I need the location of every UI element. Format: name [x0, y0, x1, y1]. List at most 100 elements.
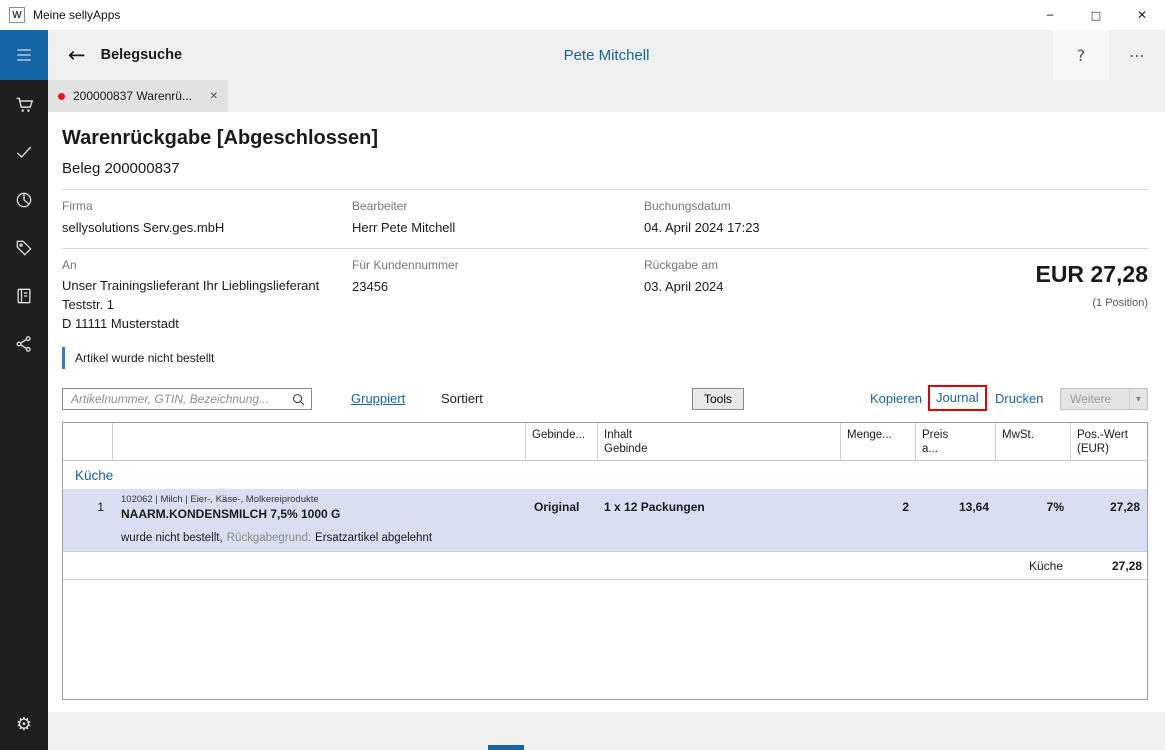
close-button[interactable]: ✕: [1119, 0, 1165, 30]
drucken-link[interactable]: Drucken: [995, 391, 1043, 406]
fields-row-1: Firma sellysolutions Serv.ges.mbH Bearbe…: [62, 190, 1148, 248]
sidebar-item-settings[interactable]: ⚙: [0, 700, 48, 748]
settings-gear-icon: ⚙: [16, 714, 32, 735]
field-bearbeiter: Bearbeiter Herr Pete Mitchell: [352, 199, 644, 248]
article-search: [62, 388, 312, 410]
share-network-icon: [14, 334, 34, 354]
warning-note: Artikel wurde nicht bestellt: [62, 346, 1148, 370]
positions-table: Gebinde... InhaltGebinde Menge... Preisa…: [62, 422, 1148, 700]
tab-bar: 200000837 Warenrü... ✕: [48, 80, 1165, 112]
price-tag-icon: [14, 238, 34, 258]
field-label: Bearbeiter: [352, 199, 644, 213]
sidebar-item-statistics[interactable]: [0, 176, 48, 224]
cell-position: 1: [63, 500, 113, 514]
journal-highlight-annotation: Journal: [928, 385, 987, 411]
header-cell-preis[interactable]: Preisa...: [916, 423, 996, 460]
group-summary-row: Küche 27,28: [63, 552, 1147, 579]
row-note-text: wurde nicht bestellt,: [121, 532, 223, 544]
field-label: Für Kundennummer: [352, 258, 644, 272]
document-view: Warenrückgabe [Abgeschlossen] Beleg 2000…: [48, 112, 1165, 712]
cell-gebinde: Original: [526, 500, 598, 514]
field-label: Buchungsdatum: [644, 199, 1148, 213]
hamburger-icon: [14, 45, 34, 65]
field-label: An: [62, 258, 352, 272]
note-accent-bar: [62, 347, 65, 369]
kopieren-link[interactable]: Kopieren: [870, 391, 922, 406]
chevron-down-icon: ▾: [1129, 389, 1147, 409]
weitere-dropdown[interactable]: Weitere ▾: [1060, 388, 1148, 410]
sidebar-item-catalog[interactable]: [0, 272, 48, 320]
group-row-kueche[interactable]: Küche: [63, 461, 1147, 489]
weitere-label: Weitere: [1070, 392, 1111, 406]
maximize-button[interactable]: □: [1073, 0, 1119, 30]
more-options-button[interactable]: ⋯: [1109, 30, 1165, 80]
cell-mwst: 7%: [996, 500, 1071, 514]
field-firma: Firma sellysolutions Serv.ges.mbH: [62, 199, 352, 248]
document-title: Warenrückgabe [Abgeschlossen]: [62, 127, 1148, 150]
shopping-cart-icon: [14, 94, 35, 115]
total-amount: EUR 27,28: [1035, 261, 1148, 288]
app-header: Pete Mitchell ← Belegsuche ? ⋯: [48, 30, 1165, 80]
unsaved-indicator-icon: [58, 93, 65, 100]
sortiert-link[interactable]: Sortiert: [441, 391, 483, 406]
header-cell-mwst[interactable]: MwSt.: [996, 423, 1071, 460]
app-logo-icon: W: [9, 7, 25, 23]
address-line: Unser Trainingslieferant Ihr Lieblingsli…: [62, 276, 352, 295]
window-titlebar: W Meine sellyApps ─ □ ✕: [0, 0, 1165, 30]
header-cell-pos[interactable]: [63, 423, 113, 460]
sidebar-item-tasks[interactable]: [0, 128, 48, 176]
minimize-button[interactable]: ─: [1027, 0, 1073, 30]
tab-close-icon[interactable]: ✕: [202, 91, 218, 102]
cell-menge: 2: [841, 500, 916, 514]
sidebar-menu-button[interactable]: [0, 30, 48, 80]
field-value: 04. April 2024 17:23: [644, 220, 1148, 235]
sidebar-item-prices[interactable]: [0, 224, 48, 272]
search-icon[interactable]: [292, 393, 305, 406]
cell-pos-wert: 27,28: [1071, 500, 1147, 514]
field-an: An Unser Trainingslieferant Ihr Liebling…: [62, 258, 352, 339]
document-total: EUR 27,28 (1 Position): [1035, 261, 1148, 309]
warning-text: Artikel wurde nicht bestellt: [75, 351, 214, 365]
field-label: Firma: [62, 199, 352, 213]
field-buchungsdatum: Buchungsdatum 04. April 2024 17:23: [644, 199, 1148, 248]
header-cell-pos-wert[interactable]: Pos.-Wert(EUR): [1071, 423, 1147, 460]
help-button[interactable]: ?: [1053, 30, 1109, 80]
user-name[interactable]: Pete Mitchell: [48, 47, 1165, 64]
journal-link[interactable]: Journal: [936, 390, 979, 405]
cell-preis: 13,64: [916, 500, 996, 514]
address-line: Teststr. 1: [62, 295, 352, 314]
sidebar: ⚙: [0, 30, 48, 750]
address-line: D 11111 Musterstadt: [62, 314, 352, 333]
summary-group-total: 27,28: [1071, 559, 1147, 573]
footer-bar: [48, 712, 1165, 750]
table-row[interactable]: 1 102062 | Milch | Eier-, Käse-, Molkere…: [63, 489, 1147, 525]
row-note-label: Rückgabegrund:: [227, 532, 311, 544]
footer-accent-bar: [488, 745, 524, 750]
field-value: Herr Pete Mitchell: [352, 220, 644, 235]
header-actions: ? ⋯: [1053, 30, 1165, 80]
sidebar-item-network[interactable]: [0, 320, 48, 368]
row-note-value: Ersatzartikel abgelehnt: [315, 532, 432, 544]
sidebar-item-cart[interactable]: [0, 80, 48, 128]
table-header-row: Gebinde... InhaltGebinde Menge... Preisa…: [63, 423, 1147, 461]
position-count: (1 Position): [1035, 297, 1148, 309]
tools-button[interactable]: Tools: [692, 388, 744, 410]
cell-inhalt-gebinde: 1 x 12 Packungen: [598, 500, 841, 514]
window-controls: ─ □ ✕: [1027, 0, 1165, 30]
header-cell-gebinde[interactable]: Gebinde...: [526, 423, 598, 460]
gruppiert-link[interactable]: Gruppiert: [351, 391, 405, 406]
summary-group-label: Küche: [996, 559, 1071, 573]
window-title: Meine sellyApps: [33, 8, 120, 22]
header-cell-article[interactable]: [113, 423, 526, 460]
header-cell-inhalt-gebinde[interactable]: InhaltGebinde: [598, 423, 841, 460]
document-tab[interactable]: 200000837 Warenrü... ✕: [48, 80, 228, 112]
field-kundennummer: Für Kundennummer 23456: [352, 258, 644, 339]
article-category: 102062 | Milch | Eier-, Käse-, Molkereip…: [121, 494, 526, 505]
header-cell-menge[interactable]: Menge...: [841, 423, 916, 460]
row-note: wurde nicht bestellt, Rückgabegrund: Ers…: [63, 525, 1147, 551]
search-input[interactable]: [63, 392, 292, 406]
document-number: Beleg 200000837: [62, 160, 1148, 177]
positions-toolbar: Gruppiert Sortiert Tools Kopieren Journa…: [62, 388, 1148, 412]
field-value: 23456: [352, 279, 644, 294]
group-label: Küche: [75, 468, 113, 483]
